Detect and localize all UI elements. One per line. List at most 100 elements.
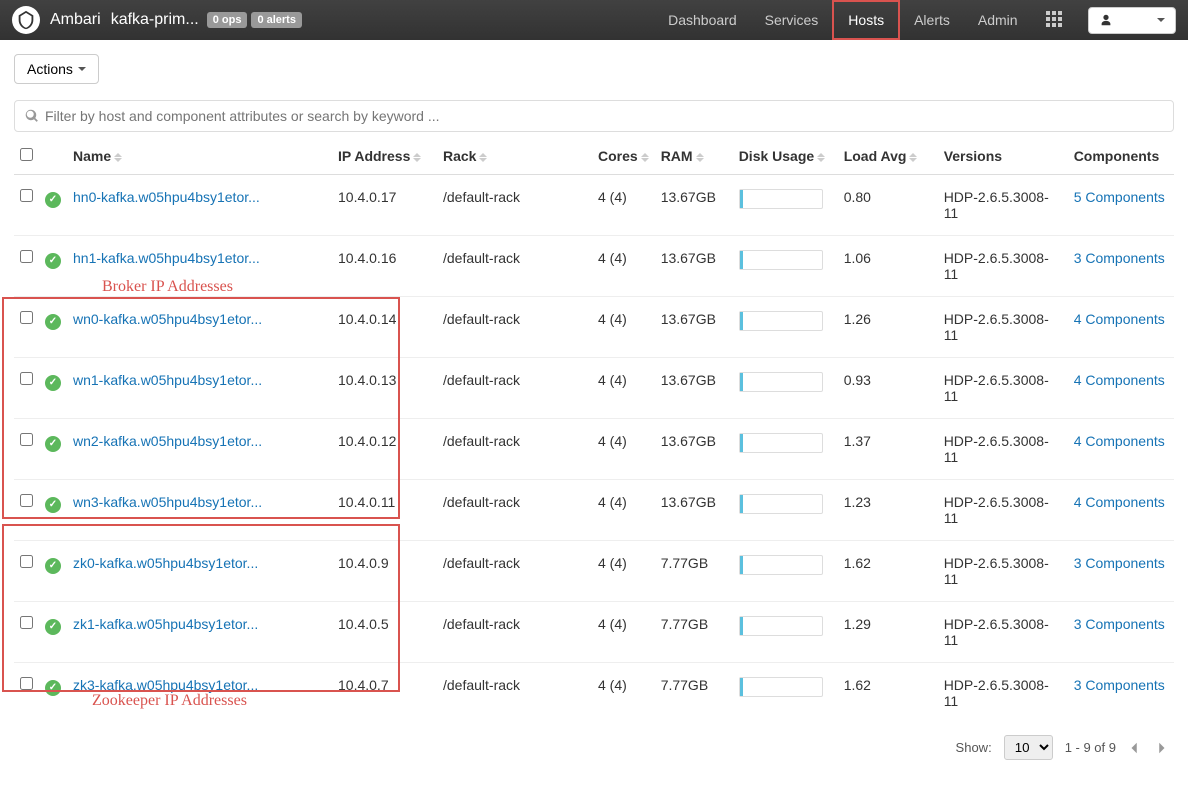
filter-input[interactable] [45, 108, 1163, 124]
ip-value: 10.4.0.12 [332, 419, 437, 480]
row-checkbox[interactable] [20, 555, 33, 568]
select-all-checkbox[interactable] [20, 148, 33, 161]
version-value: HDP-2.6.5.3008-11 [938, 663, 1068, 724]
ip-value: 10.4.0.11 [332, 480, 437, 541]
ip-value: 10.4.0.9 [332, 541, 437, 602]
table-row: wn1-kafka.w05hpu4bsy1etor... 10.4.0.13 /… [14, 358, 1174, 419]
disk-usage-bar [739, 433, 823, 453]
nav-services[interactable]: Services [751, 0, 833, 40]
disk-usage-bar [739, 555, 823, 575]
row-checkbox[interactable] [20, 250, 33, 263]
cores-value: 4 (4) [592, 663, 655, 724]
status-ok-icon [45, 375, 61, 391]
ip-value: 10.4.0.17 [332, 175, 437, 236]
host-link[interactable]: zk0-kafka.w05hpu4bsy1etor... [73, 555, 258, 571]
actions-button[interactable]: Actions [14, 54, 99, 84]
status-ok-icon [45, 253, 61, 269]
cores-value: 4 (4) [592, 297, 655, 358]
ram-value: 7.77GB [655, 602, 733, 663]
host-link[interactable]: wn1-kafka.w05hpu4bsy1etor... [73, 372, 262, 388]
col-name[interactable]: Name [67, 138, 332, 175]
cores-value: 4 (4) [592, 602, 655, 663]
nav-alerts[interactable]: Alerts [900, 0, 964, 40]
col-disk[interactable]: Disk Usage [733, 138, 838, 175]
version-value: HDP-2.6.5.3008-11 [938, 541, 1068, 602]
table-row: wn3-kafka.w05hpu4bsy1etor... 10.4.0.11 /… [14, 480, 1174, 541]
nav-dashboard[interactable]: Dashboard [654, 0, 751, 40]
ram-value: 7.77GB [655, 663, 733, 724]
load-value: 1.06 [838, 236, 938, 297]
load-value: 0.93 [838, 358, 938, 419]
rack-value: /default-rack [437, 480, 592, 541]
row-checkbox[interactable] [20, 677, 33, 690]
caret-down-icon [78, 67, 86, 71]
host-link[interactable]: hn1-kafka.w05hpu4bsy1etor... [73, 250, 260, 266]
table-row: zk0-kafka.w05hpu4bsy1etor... 10.4.0.9 /d… [14, 541, 1174, 602]
cluster-name[interactable]: kafka-prim... [111, 11, 199, 29]
nav-admin[interactable]: Admin [964, 0, 1032, 40]
ip-value: 10.4.0.7 [332, 663, 437, 724]
col-ram[interactable]: RAM [655, 138, 733, 175]
load-value: 1.23 [838, 480, 938, 541]
components-link[interactable]: 4 Components [1074, 433, 1165, 449]
views-grid-icon[interactable] [1032, 11, 1076, 30]
host-link[interactable]: wn0-kafka.w05hpu4bsy1etor... [73, 311, 262, 327]
disk-usage-bar [739, 372, 823, 392]
ops-badge[interactable]: 0 ops [207, 12, 248, 28]
brand-label[interactable]: Ambari [50, 11, 101, 29]
host-link[interactable]: hn0-kafka.w05hpu4bsy1etor... [73, 189, 260, 205]
ram-value: 13.67GB [655, 480, 733, 541]
components-link[interactable]: 3 Components [1074, 250, 1165, 266]
col-cores[interactable]: Cores [592, 138, 655, 175]
host-link[interactable]: wn2-kafka.w05hpu4bsy1etor... [73, 433, 262, 449]
load-value: 1.62 [838, 541, 938, 602]
components-link[interactable]: 3 Components [1074, 555, 1165, 571]
alerts-badge[interactable]: 0 alerts [251, 12, 302, 28]
cores-value: 4 (4) [592, 480, 655, 541]
page-size-select[interactable]: 10 [1004, 735, 1053, 760]
prev-page-icon[interactable] [1128, 741, 1142, 755]
host-link[interactable]: wn3-kafka.w05hpu4bsy1etor... [73, 494, 262, 510]
version-value: HDP-2.6.5.3008-11 [938, 480, 1068, 541]
load-value: 0.80 [838, 175, 938, 236]
ram-value: 7.77GB [655, 541, 733, 602]
version-value: HDP-2.6.5.3008-11 [938, 602, 1068, 663]
host-link[interactable]: zk1-kafka.w05hpu4bsy1etor... [73, 616, 258, 632]
table-row: wn2-kafka.w05hpu4bsy1etor... 10.4.0.12 /… [14, 419, 1174, 480]
components-link[interactable]: 4 Components [1074, 494, 1165, 510]
row-checkbox[interactable] [20, 616, 33, 629]
row-checkbox[interactable] [20, 372, 33, 385]
row-checkbox[interactable] [20, 189, 33, 202]
components-link[interactable]: 4 Components [1074, 311, 1165, 327]
components-link[interactable]: 3 Components [1074, 677, 1165, 693]
row-checkbox[interactable] [20, 433, 33, 446]
ambari-logo[interactable] [12, 6, 40, 34]
ram-value: 13.67GB [655, 419, 733, 480]
user-menu-button[interactable]: admin [1088, 7, 1176, 34]
rack-value: /default-rack [437, 419, 592, 480]
disk-usage-bar [739, 677, 823, 697]
caret-down-icon [1157, 18, 1165, 22]
components-link[interactable]: 3 Components [1074, 616, 1165, 632]
col-load[interactable]: Load Avg [838, 138, 938, 175]
row-checkbox[interactable] [20, 311, 33, 324]
rack-value: /default-rack [437, 297, 592, 358]
version-value: HDP-2.6.5.3008-11 [938, 236, 1068, 297]
version-value: HDP-2.6.5.3008-11 [938, 175, 1068, 236]
version-value: HDP-2.6.5.3008-11 [938, 297, 1068, 358]
nav-hosts[interactable]: Hosts [832, 0, 900, 40]
filter-bar[interactable] [14, 100, 1174, 132]
show-label: Show: [956, 740, 992, 755]
host-link[interactable]: zk3-kafka.w05hpu4bsy1etor... [73, 677, 258, 693]
components-link[interactable]: 4 Components [1074, 372, 1165, 388]
top-navbar: Ambari kafka-prim... 0 ops 0 alerts Dash… [0, 0, 1188, 40]
cores-value: 4 (4) [592, 419, 655, 480]
row-checkbox[interactable] [20, 494, 33, 507]
next-page-icon[interactable] [1154, 741, 1168, 755]
components-link[interactable]: 5 Components [1074, 189, 1165, 205]
ip-value: 10.4.0.16 [332, 236, 437, 297]
col-ip[interactable]: IP Address [332, 138, 437, 175]
ram-value: 13.67GB [655, 297, 733, 358]
col-rack[interactable]: Rack [437, 138, 592, 175]
disk-usage-bar [739, 250, 823, 270]
